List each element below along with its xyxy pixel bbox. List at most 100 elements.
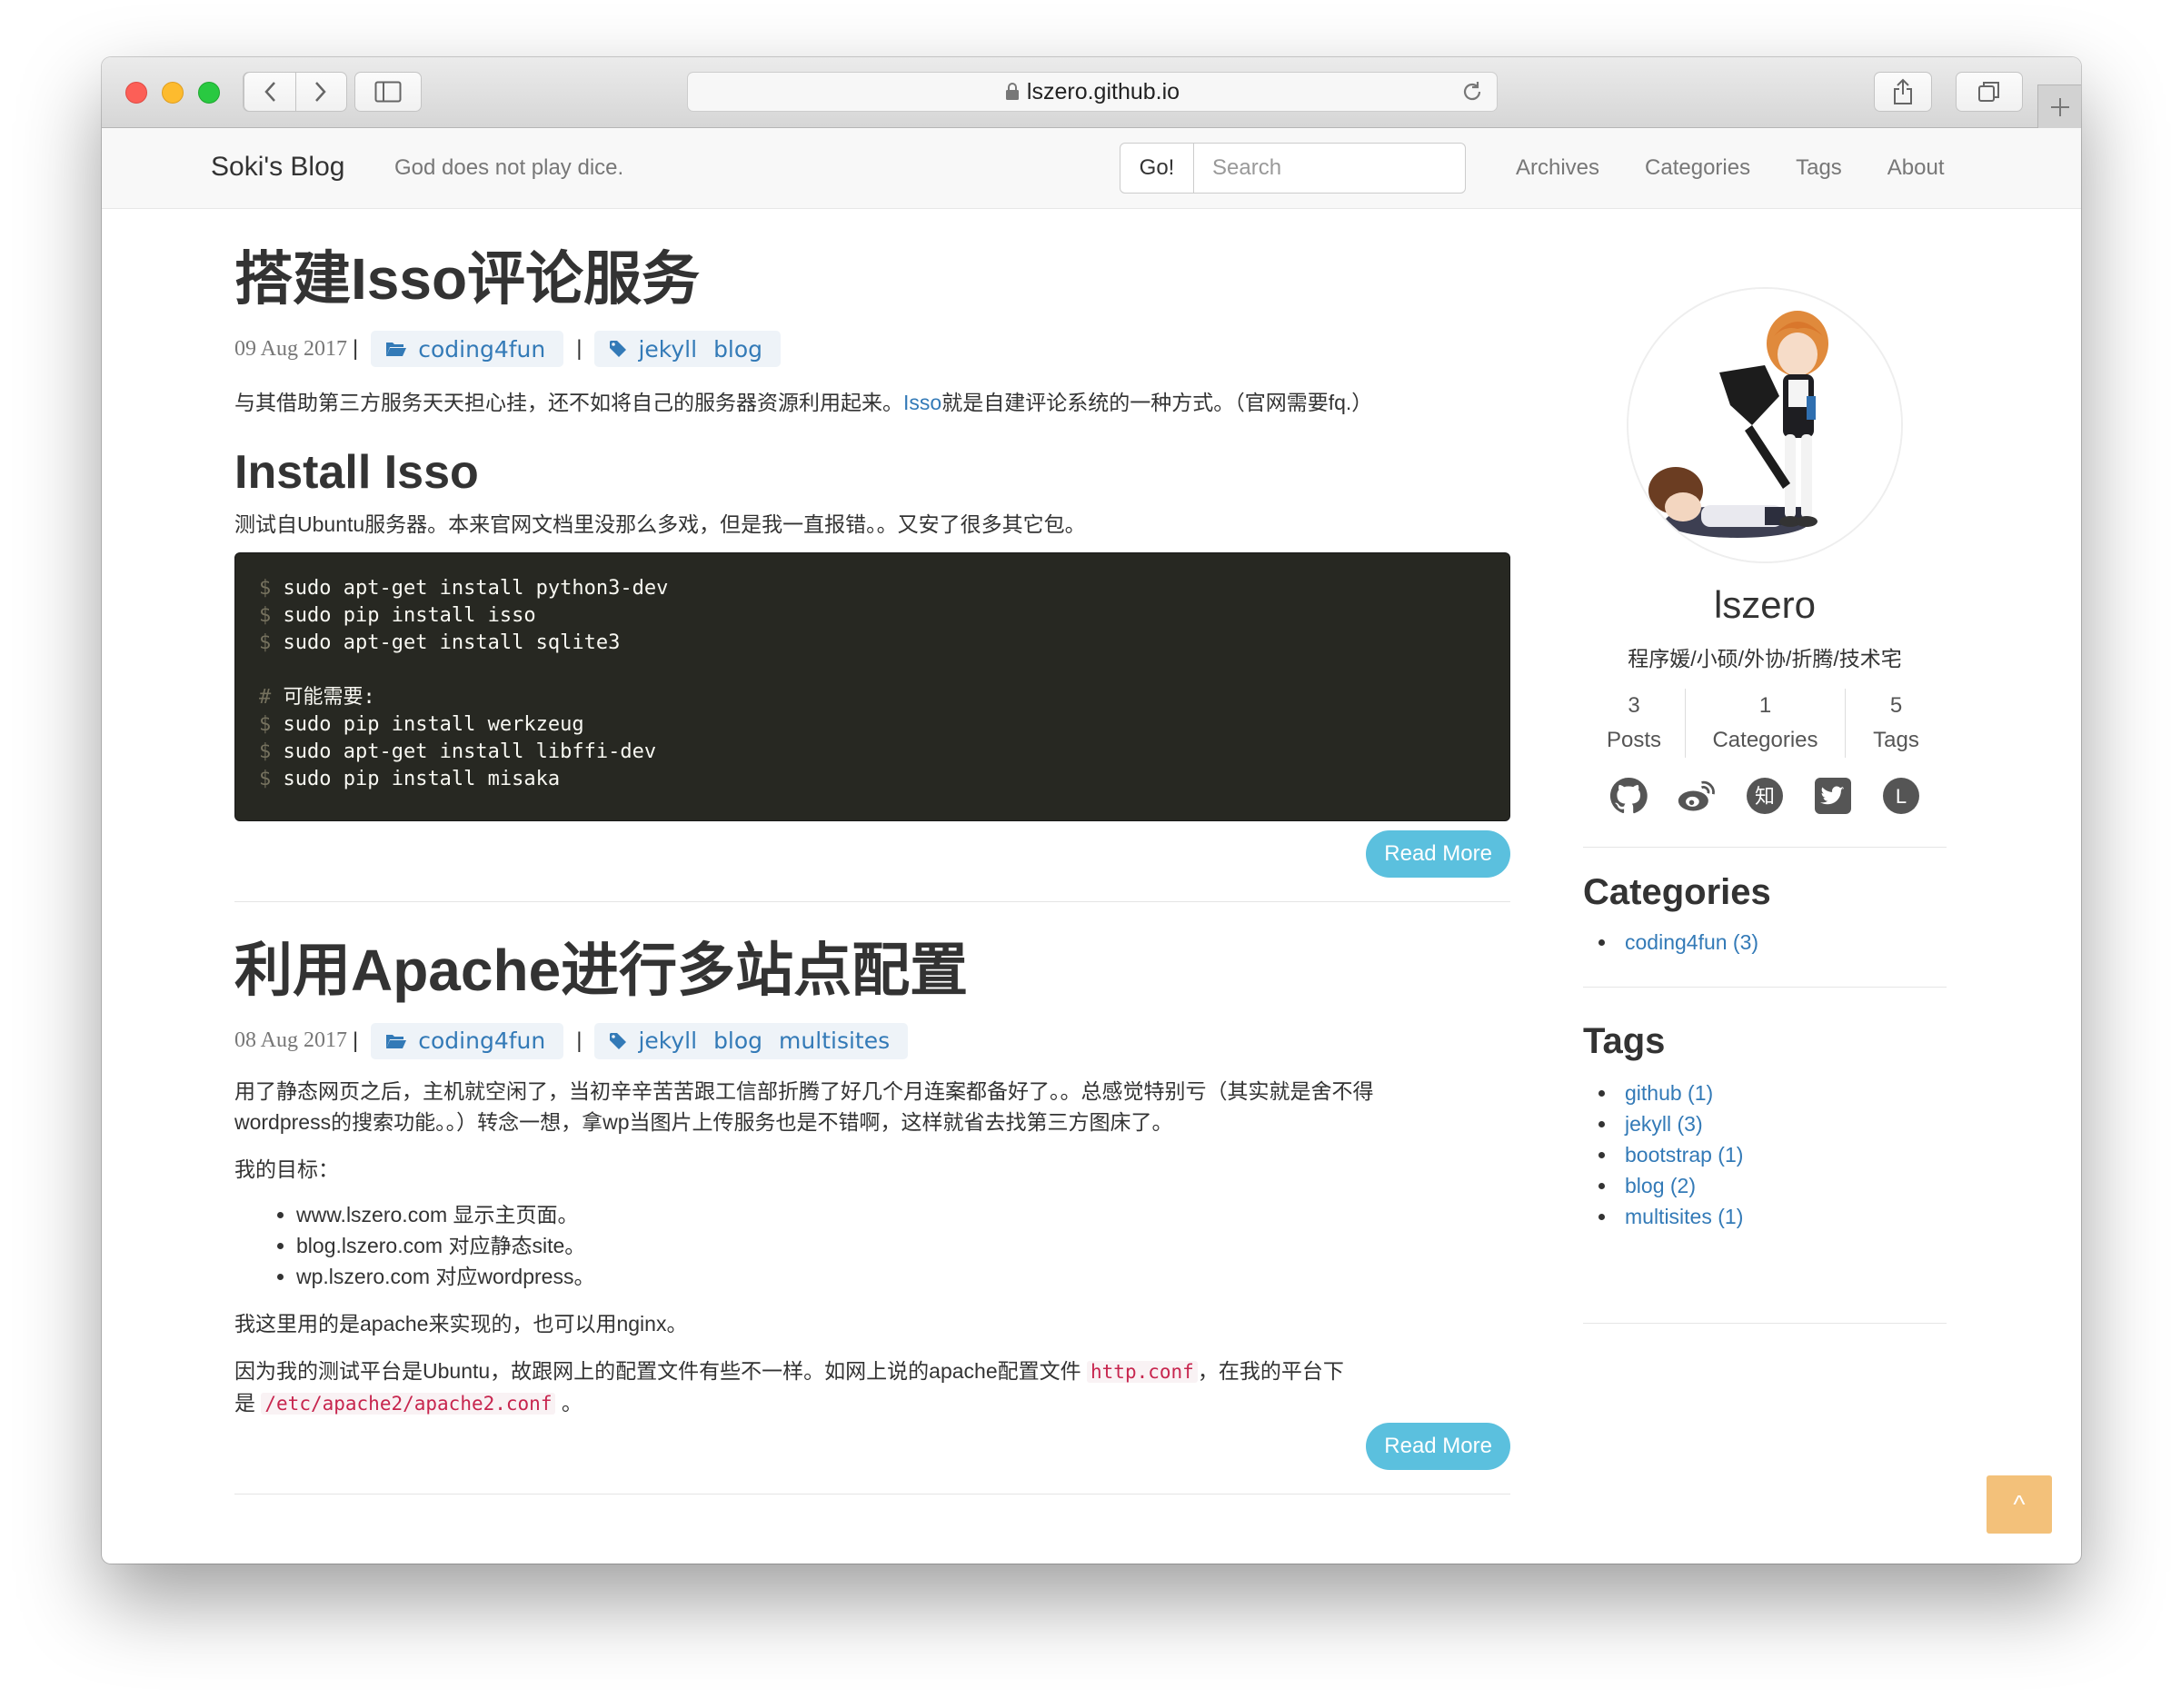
svg-text:知: 知 <box>1755 786 1775 809</box>
profile-bio: 程序媛/小硕/外协/折腾/技术宅 <box>1628 647 1902 670</box>
stat-posts[interactable]: 3 Posts <box>1583 689 1685 758</box>
code-line: $ sudo apt-get install python3-dev <box>259 577 669 601</box>
nav-link-about[interactable]: About <box>1887 155 1945 181</box>
isso-link[interactable]: Isso <box>903 391 941 414</box>
weibo-icon[interactable] <box>1677 776 1717 816</box>
inline-code: http.conf <box>1087 1360 1198 1383</box>
tag-icon <box>610 1032 627 1049</box>
social-links: 知 L <box>1583 776 1947 816</box>
read-more-button[interactable]: Read More <box>1366 830 1510 879</box>
nav-link-archives[interactable]: Archives <box>1516 155 1599 181</box>
tag-link[interactable]: blog <box>713 336 762 362</box>
code-line: $ sudo pip install isso <box>259 604 536 628</box>
category-link[interactable]: coding4fun <box>418 1028 545 1054</box>
excerpt-text: 用了静态网页之后，主机就空闲了，当初辛辛苦苦跟工信部折腾了好几个月连案都备好了。… <box>234 1078 1374 1103</box>
minimize-window-button[interactable] <box>162 82 184 104</box>
show-tabs-button[interactable] <box>1956 72 2023 112</box>
tag-link[interactable]: jekyll (3) <box>1625 1112 1703 1136</box>
search-input[interactable] <box>1193 143 1466 194</box>
goals-list: www.lszero.com 显示主页面。 blog.lszero.com 对应… <box>296 1199 1510 1292</box>
category-pill[interactable]: coding4fun <box>371 331 564 368</box>
list-item: wp.lszero.com 对应wordpress。 <box>296 1261 1510 1292</box>
paragraph-text: 。 <box>555 1390 583 1415</box>
folder-open-icon <box>386 1034 407 1048</box>
code-block: $ sudo apt-get install python3-dev $ sud… <box>234 552 1510 822</box>
forward-button[interactable] <box>294 72 347 112</box>
meta-separator: | <box>576 1028 583 1053</box>
back-button-face[interactable] <box>244 72 296 112</box>
sidebar-icon <box>374 81 402 103</box>
tag-link[interactable]: bootstrap (1) <box>1625 1143 1743 1167</box>
folder-open-icon <box>386 343 407 357</box>
sidebar-toggle-button[interactable] <box>354 72 422 112</box>
category-link[interactable]: coding4fun <box>418 336 545 362</box>
category-pill[interactable]: coding4fun <box>371 1022 564 1059</box>
category-link[interactable]: coding4fun (3) <box>1625 930 1758 954</box>
stat-categories[interactable]: 1 Categories <box>1685 689 1845 758</box>
share-icon <box>1894 78 1912 104</box>
paragraph-text: 因为我的测试平台是Ubuntu，故跟网上的配置文件有些不一样。如网上说的apac… <box>234 1358 1088 1383</box>
list-item: jekyll (3) <box>1618 1108 1743 1139</box>
tag-link[interactable]: github (1) <box>1625 1081 1713 1105</box>
post-excerpt: 用了静态网页之后，主机就空闲了，当初辛辛苦苦跟工信部折腾了好几个月连案都备好了。… <box>234 1076 1510 1137</box>
tag-link[interactable]: multisites <box>779 1028 890 1054</box>
search-go-button[interactable]: Go! <box>1120 143 1194 194</box>
list-item: bootstrap (1) <box>1618 1139 1743 1170</box>
list-item: multisites (1) <box>1618 1201 1743 1232</box>
zhihu-icon[interactable]: 知 <box>1745 776 1785 816</box>
section-paragraph: 测试自Ubuntu服务器。本来官网文档里没那么多戏，但是我一直报错。。又安了很多… <box>234 512 1086 537</box>
sidebar-divider <box>1583 987 1947 988</box>
back-to-top-button[interactable]: ^ <box>1987 1475 2052 1534</box>
new-tab-button[interactable] <box>2037 84 2081 128</box>
post-item: 搭建Isso评论服务 09 Aug 2017 | coding4fun | je… <box>234 247 1510 903</box>
share-button[interactable] <box>1874 72 1932 112</box>
list-item: github (1) <box>1618 1077 1743 1108</box>
post-section-heading: Install Isso <box>234 446 479 500</box>
code-line: $ sudo pip install misaka <box>259 768 561 791</box>
twitter-icon[interactable] <box>1813 776 1853 816</box>
nav-link-categories[interactable]: Categories <box>1645 155 1750 181</box>
svg-text:L: L <box>1896 785 1907 808</box>
meta-separator: | <box>576 336 583 362</box>
tag-link[interactable]: blog <box>713 1028 762 1054</box>
code-line: # 可能需要: <box>259 686 375 710</box>
post-title-link[interactable]: 利用Apache进行多站点配置 <box>234 938 1510 1003</box>
tag-link[interactable]: jekyll <box>638 1028 697 1054</box>
tag-link[interactable]: blog (2) <box>1625 1174 1696 1197</box>
read-more-row: Read More <box>234 1422 1510 1470</box>
list-item: coding4fun (3) <box>1618 927 1758 958</box>
stat-tags[interactable]: 5 Tags <box>1845 689 1947 758</box>
nav-link-tags[interactable]: Tags <box>1796 155 1842 181</box>
github-icon[interactable] <box>1608 776 1648 816</box>
close-window-button[interactable] <box>125 82 147 104</box>
post-divider <box>234 901 1510 903</box>
avatar[interactable] <box>1627 287 1903 563</box>
list-item: blog.lszero.com 对应静态site。 <box>296 1230 1510 1261</box>
zoom-window-button[interactable] <box>198 82 220 104</box>
post-title-link[interactable]: 搭建Isso评论服务 <box>234 247 1510 312</box>
list-item: www.lszero.com 显示主页面。 <box>296 1199 1510 1230</box>
stat-count: 3 <box>1628 693 1640 718</box>
code-line: $ sudo apt-get install libffi-dev <box>259 740 657 764</box>
post-date: 08 Aug 2017 <box>234 1028 348 1053</box>
stat-label: Posts <box>1606 728 1662 752</box>
list-item: blog (2) <box>1618 1170 1743 1201</box>
linkedin-icon[interactable]: L <box>1881 776 1921 816</box>
reload-icon[interactable] <box>1460 80 1484 104</box>
address-bar[interactable]: lszero.github.io <box>687 72 1498 112</box>
post-item: 利用Apache进行多站点配置 08 Aug 2017 | coding4fun… <box>234 938 1510 1494</box>
avatar-illustration <box>1628 289 1901 561</box>
chevron-left-icon <box>264 82 275 102</box>
paragraph-text: ，在我的平台下 <box>1197 1358 1344 1383</box>
tag-link[interactable]: multisites (1) <box>1625 1205 1743 1228</box>
post-meta: 08 Aug 2017 | coding4fun | jekyll blog m… <box>234 1022 1510 1059</box>
site-brand-link[interactable]: Soki's Blog <box>211 152 344 183</box>
post-paragraph: 因为我的测试平台是Ubuntu，故跟网上的配置文件有些不一样。如网上说的apac… <box>234 1355 1510 1419</box>
goals-label: 我的目标： <box>234 1157 339 1181</box>
profile-name: lszero <box>1713 583 1817 626</box>
inline-code: /etc/apache2/apache2.conf <box>261 1392 556 1415</box>
tag-link[interactable]: jekyll <box>638 336 697 362</box>
read-more-button[interactable]: Read More <box>1366 1422 1510 1470</box>
post-meta: 09 Aug 2017 | coding4fun | jekyll blog <box>234 331 1510 368</box>
sidebar-divider <box>1583 1323 1947 1324</box>
